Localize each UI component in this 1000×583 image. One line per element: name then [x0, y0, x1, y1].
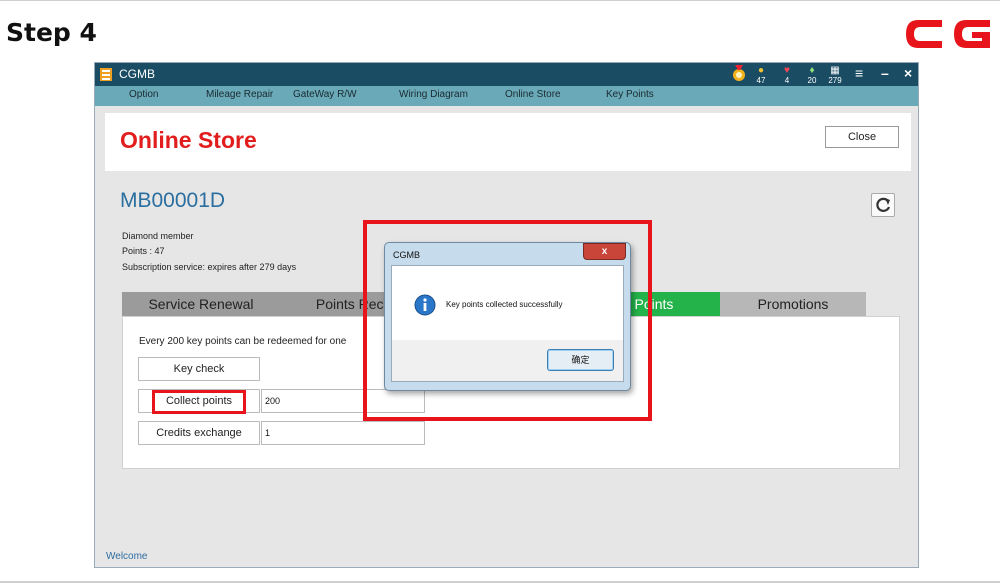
redeem-info: Every 200 key points can be redeemed for…	[139, 336, 347, 347]
dialog-footer: 确定	[391, 340, 624, 382]
calendar-icon: ▦	[830, 65, 840, 76]
info-icon	[414, 294, 436, 316]
message-dialog: CGMB x Key points collected successfully…	[384, 242, 631, 391]
account-id: MB00001D	[120, 189, 226, 212]
dialog-body: Key points collected successfully	[391, 265, 624, 340]
title-bar: CGMB ● 47 ♥ 4 ♦ 20 ▦ 279 ≡ – ×	[95, 63, 918, 86]
tutorial-page: Step 4 CGMB ● 47 ♥ 4 ♦ 20 ▦ 279 ≡ – × Op…	[0, 0, 1000, 583]
credits-exchange-field[interactable]: 1	[261, 421, 425, 445]
tab-promotions[interactable]: Promotions	[720, 292, 866, 316]
coin-stat: ● 47	[750, 65, 772, 85]
diamond-icon: ♦	[809, 65, 815, 76]
menu-key-points[interactable]: Key Points	[606, 89, 654, 100]
heart-icon: ♥	[784, 65, 790, 76]
step-title: Step 4	[6, 18, 97, 47]
menu-online-store[interactable]: Online Store	[505, 89, 561, 100]
coin-icon: ●	[757, 65, 765, 76]
tab-service-renewal[interactable]: Service Renewal	[122, 292, 280, 316]
menu-gateway-rw[interactable]: GateWay R/W	[293, 89, 357, 100]
window-close-button[interactable]: ×	[904, 65, 912, 81]
refresh-icon	[876, 197, 891, 212]
medal-icon	[728, 65, 750, 85]
page-title: Online Store	[120, 127, 257, 153]
collect-points-highlight	[152, 390, 246, 414]
status-text: Welcome	[106, 551, 148, 562]
key-check-button[interactable]: Key check	[138, 357, 260, 381]
app-icon	[100, 68, 112, 81]
menu-icon[interactable]: ≡	[855, 65, 863, 81]
menu-mileage-repair[interactable]: Mileage Repair	[206, 89, 273, 100]
minimize-button[interactable]: –	[881, 65, 889, 81]
dialog-message: Key points collected successfully	[446, 300, 563, 309]
window-title: CGMB	[119, 67, 155, 81]
subscription-status: Subscription service: expires after 279 …	[122, 262, 297, 272]
dialog-title: CGMB	[393, 250, 420, 260]
diamond-stat: ♦ 20	[801, 65, 823, 85]
member-level: Diamond member	[122, 231, 194, 241]
menu-bar: Option Mileage Repair GateWay R/W Wiring…	[95, 86, 918, 106]
refresh-button[interactable]	[871, 193, 895, 217]
header-panel: Online Store Close	[105, 113, 911, 171]
close-button[interactable]: Close	[825, 126, 899, 148]
cg-logo	[906, 20, 990, 48]
menu-option[interactable]: Option	[129, 89, 158, 100]
credits-exchange-button[interactable]: Credits exchange	[138, 421, 260, 445]
dialog-close-button[interactable]: x	[583, 243, 626, 260]
heart-stat: ♥ 4	[776, 65, 798, 85]
ok-button[interactable]: 确定	[547, 349, 614, 371]
calendar-stat: ▦ 279	[824, 65, 846, 85]
points-balance: Points : 47	[122, 246, 165, 256]
menu-wiring-diagram[interactable]: Wiring Diagram	[399, 89, 468, 100]
top-divider	[0, 0, 1000, 1]
